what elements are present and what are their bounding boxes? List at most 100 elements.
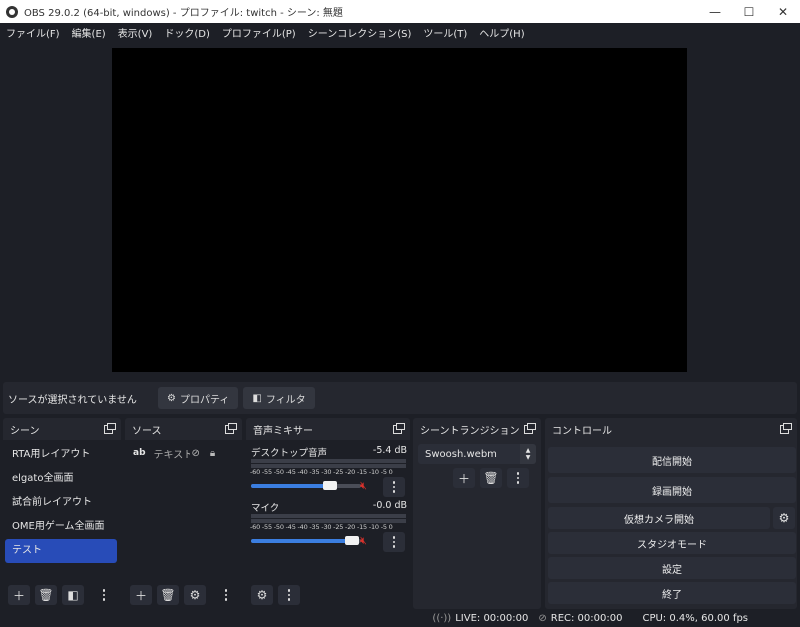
preview-canvas[interactable]	[112, 48, 687, 372]
channel-db: -0.0 dB	[372, 500, 407, 511]
menu-help[interactable]: ヘルプ(H)	[473, 25, 530, 40]
mixer-title: 音声ミキサー	[253, 425, 313, 437]
source-item[interactable]: ab テキスト (GI ⊘ 🔒︎	[125, 441, 242, 465]
transition-toolbar: ＋ 🗑︎	[453, 468, 534, 488]
muted-speaker-icon[interactable]: 🔇︎	[360, 534, 367, 548]
menu-view[interactable]: 表示(V)	[112, 25, 159, 40]
rec-time: REC: 00:00:00	[550, 612, 623, 624]
advanced-audio-button[interactable]: ⚙	[251, 585, 273, 605]
updown-arrow-icon: ▲ ▼	[520, 444, 536, 464]
audio-mixer-dock: 音声ミキサー デスクトップ音声 -5.4 dB -60 -55 -50 -45 …	[246, 418, 410, 609]
channel-db: -5.4 dB	[372, 445, 407, 456]
source-name: テキスト (GI	[153, 449, 190, 461]
menu-tools[interactable]: ツール(T)	[417, 25, 473, 40]
add-transition-button[interactable]: ＋	[453, 468, 475, 488]
filters-label: フィルタ	[265, 394, 306, 406]
meter-scale: -60 -55 -50 -45 -40 -35 -30 -25 -20 -15 …	[250, 468, 393, 476]
close-button[interactable]: ✕	[766, 0, 800, 23]
exit-button[interactable]: 終了	[548, 582, 796, 604]
volume-meter	[251, 514, 406, 518]
transitions-title: シーントランジション	[420, 425, 520, 437]
maximize-button[interactable]: ☐	[732, 0, 766, 23]
studio-mode-button[interactable]: スタジオモード	[548, 532, 796, 554]
scene-item[interactable]: RTA用レイアウト	[5, 443, 117, 467]
scenes-header: シーン	[3, 418, 121, 440]
remove-scene-button[interactable]: 🗑︎	[35, 585, 57, 605]
title-bar: OBS 29.0.2 (64-bit, windows) - プロファイル: t…	[0, 0, 800, 23]
filter-icon: ◧	[252, 392, 262, 404]
mixer-channel-desktop: デスクトップ音声 -5.4 dB -60 -55 -50 -45 -40 -35…	[246, 445, 413, 505]
mixer-header: 音声ミキサー	[246, 418, 410, 440]
lock-icon[interactable]: 🔒︎	[210, 448, 215, 459]
source-properties-button[interactable]: ⚙	[184, 585, 206, 605]
hidden-eye-icon[interactable]: ⊘	[192, 448, 200, 459]
undock-icon[interactable]	[524, 423, 536, 434]
channel-name: デスクトップ音声	[251, 448, 328, 459]
virtual-camera-settings-button[interactable]: ⚙	[773, 507, 795, 529]
remove-transition-button[interactable]: 🗑︎	[480, 468, 502, 488]
scene-list: RTA用レイアウト elgato全画面 試合前レイアウト OME用ゲーム全画面 …	[3, 440, 121, 563]
remove-source-button[interactable]: 🗑︎	[157, 585, 179, 605]
scene-item[interactable]: elgato全画面	[5, 467, 117, 491]
rec-status: ⊘ REC: 00:00:00	[538, 613, 622, 624]
muted-speaker-icon[interactable]: 🔇︎	[360, 479, 367, 493]
undock-icon[interactable]	[104, 423, 116, 434]
scene-item[interactable]: OME用ゲーム全画面	[5, 515, 117, 539]
scene-item-selected[interactable]: テスト	[5, 539, 117, 563]
sources-toolbar: ＋ 🗑︎ ⚙	[125, 581, 242, 609]
channel-menu-button[interactable]	[383, 477, 405, 497]
undock-icon[interactable]	[225, 423, 237, 434]
settings-button[interactable]: 設定	[548, 557, 796, 579]
record-off-icon: ⊘	[538, 612, 547, 624]
channel-menu-button[interactable]	[383, 532, 405, 552]
controls-dock: コントロール 配信開始 録画開始 仮想カメラ開始 ⚙ スタジオモード 設定 終了	[545, 418, 797, 609]
add-source-button[interactable]: ＋	[130, 585, 152, 605]
live-time: LIVE: 00:00:00	[455, 612, 529, 624]
menu-scene-collection[interactable]: シーンコレクション(S)	[302, 25, 418, 40]
gear-icon: ⚙	[167, 392, 176, 404]
properties-button[interactable]: ⚙ プロパティ	[158, 387, 239, 409]
more-menu-icon[interactable]	[101, 589, 107, 601]
menu-profile[interactable]: プロファイル(P)	[216, 25, 302, 40]
undock-icon[interactable]	[780, 423, 792, 434]
start-streaming-button[interactable]: 配信開始	[548, 447, 796, 473]
text-source-icon: ab	[133, 448, 146, 458]
volume-slider[interactable]	[251, 481, 361, 490]
preview-area	[0, 41, 800, 379]
filters-button[interactable]: ◧ フィルタ	[243, 387, 315, 409]
broadcast-icon: ((·))	[432, 612, 452, 624]
live-status: ((·)) LIVE: 00:00:00	[432, 613, 528, 624]
minimize-button[interactable]: —	[698, 0, 732, 23]
start-virtual-camera-button[interactable]: 仮想カメラ開始	[548, 507, 770, 529]
window-title: OBS 29.0.2 (64-bit, windows) - プロファイル: t…	[24, 8, 343, 19]
scene-item[interactable]: 試合前レイアウト	[5, 491, 117, 515]
scene-transitions-dock: シーントランジション Swoosh.webm ▲ ▼ ＋ 🗑︎	[413, 418, 541, 609]
window-controls: — ☐ ✕	[698, 0, 800, 23]
undock-icon[interactable]	[393, 423, 405, 434]
add-scene-button[interactable]: ＋	[8, 585, 30, 605]
more-menu-icon[interactable]	[223, 589, 229, 601]
start-recording-button[interactable]: 録画開始	[548, 477, 796, 503]
sources-dock: ソース ab テキスト (GI ⊘ 🔒︎ ＋ 🗑︎ ⚙	[125, 418, 242, 609]
controls-title: コントロール	[552, 425, 612, 437]
menu-file[interactable]: ファイル(F)	[0, 25, 66, 40]
menu-edit[interactable]: 編集(E)	[66, 25, 112, 40]
scenes-title: シーン	[10, 425, 40, 437]
menu-docks[interactable]: ドック(D)	[158, 25, 216, 40]
transition-selected: Swoosh.webm	[425, 448, 497, 460]
sources-header: ソース	[125, 418, 242, 440]
volume-slider[interactable]	[251, 536, 361, 545]
sources-title: ソース	[132, 425, 162, 437]
context-bar: ソースが選択されていません ⚙ プロパティ ◧ フィルタ	[3, 382, 797, 414]
scenes-dock: シーン RTA用レイアウト elgato全画面 試合前レイアウト OME用ゲーム…	[3, 418, 121, 609]
no-source-label: ソースが選択されていません	[8, 394, 137, 406]
transitions-header: シーントランジション	[413, 418, 541, 440]
mixer-channel-mic: マイク -0.0 dB -60 -55 -50 -45 -40 -35 -30 …	[246, 500, 413, 560]
transition-select[interactable]: Swoosh.webm ▲ ▼	[418, 444, 536, 464]
scene-filters-button[interactable]: ◧	[62, 585, 84, 605]
mixer-menu-button[interactable]	[278, 585, 300, 605]
transition-menu-button[interactable]	[507, 468, 529, 488]
gear-icon: ⚙	[778, 511, 790, 525]
volume-meter	[251, 459, 406, 463]
cpu-status: CPU: 0.4%, 60.00 fps	[642, 612, 748, 624]
